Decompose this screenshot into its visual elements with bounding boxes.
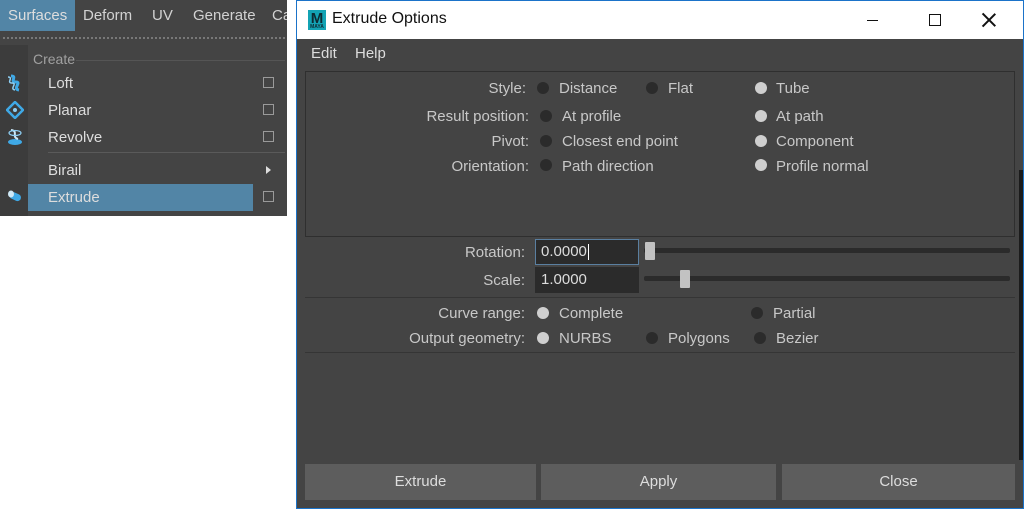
scale-label: Scale: [483, 272, 525, 289]
menu-edit[interactable]: Edit [311, 45, 337, 62]
menu-uv[interactable]: UV [144, 0, 181, 31]
menu-ca[interactable]: Ca [264, 0, 287, 31]
pivot-closest-end-label: Closest end point [562, 133, 678, 150]
orientation-profile-normal-radio[interactable] [755, 159, 767, 171]
planar-icon [6, 101, 24, 119]
style-tube-label: Tube [776, 80, 810, 97]
close-button[interactable]: Close [782, 464, 1015, 500]
loft-icon [7, 74, 20, 92]
pivot-component-label: Component [776, 133, 854, 150]
close-icon [982, 13, 996, 27]
curve-range-complete-radio[interactable] [537, 307, 549, 319]
output-nurbs-label: NURBS [559, 330, 612, 347]
scale-input[interactable]: 1.0000 [535, 267, 639, 293]
menu-item-label: Birail [48, 162, 82, 179]
menu-item-label: Revolve [48, 129, 103, 146]
output-nurbs-radio[interactable] [537, 332, 549, 344]
menu-item-planar[interactable]: Planar [28, 97, 253, 124]
rotation-slider[interactable] [644, 248, 1010, 253]
background-window-edge [1019, 170, 1023, 460]
section-label-create: Create [33, 51, 76, 67]
close-window-button[interactable] [966, 1, 1012, 39]
rotation-slider-handle[interactable] [645, 242, 655, 260]
menu-item-revolve[interactable]: Revolve [28, 124, 253, 151]
title-bar[interactable]: M MAYA Extrude Options [297, 1, 1023, 39]
window-title: Extrude Options [332, 10, 447, 27]
main-menubar: Surfaces Deform UV Generate Ca [0, 0, 287, 31]
pivot-closest-end-radio[interactable] [540, 135, 552, 147]
output-geometry-label: Output geometry: [409, 330, 525, 347]
scale-slider[interactable] [644, 276, 1010, 281]
rotation-input[interactable]: 0.0000 [535, 239, 639, 265]
curve-range-label: Curve range: [438, 305, 525, 322]
tear-off-handle[interactable] [2, 36, 285, 40]
curve-range-partial-label: Partial [773, 305, 816, 322]
curve-range-partial-radio[interactable] [751, 307, 763, 319]
planar-option-box[interactable] [263, 104, 274, 115]
style-flat-radio[interactable] [646, 82, 658, 94]
text-caret [587, 244, 589, 261]
output-bezier-label: Bezier [776, 330, 819, 347]
menu-deform[interactable]: Deform [75, 0, 140, 31]
submenu-arrow-icon [266, 166, 271, 174]
menu-help[interactable]: Help [355, 45, 386, 62]
menu-item-label: Extrude [48, 189, 100, 206]
menu-item-extrude[interactable]: Extrude [28, 184, 253, 211]
menu-item-label: Planar [48, 102, 92, 119]
maximize-button[interactable] [913, 1, 959, 39]
extrude-button[interactable]: Extrude [305, 464, 536, 500]
logo-subtext: MAYA [310, 24, 324, 30]
extrude-option-box[interactable] [263, 191, 274, 202]
orientation-label: Orientation: [451, 158, 529, 175]
dialog-menubar: Edit Help [297, 39, 1023, 69]
result-at-path-label: At path [776, 108, 824, 125]
revolve-icon [8, 129, 22, 145]
orientation-path-direction-label: Path direction [562, 158, 654, 175]
result-position-label: Result position: [426, 108, 529, 125]
extrude-icon [8, 190, 21, 202]
section-divider [76, 60, 285, 61]
pivot-label: Pivot: [491, 133, 529, 150]
section-separator [305, 352, 1015, 353]
result-at-path-radio[interactable] [755, 110, 767, 122]
menu-item-loft[interactable]: Loft [28, 70, 253, 97]
scale-slider-handle[interactable] [680, 270, 690, 288]
style-distance-label: Distance [559, 80, 618, 97]
rotation-value: 0.0000 [541, 243, 587, 260]
menu-item-birail[interactable]: Birail [28, 157, 253, 184]
output-polygons-radio[interactable] [646, 332, 658, 344]
result-at-profile-label: At profile [562, 108, 622, 125]
menu-item-label: Loft [48, 75, 74, 92]
section-separator [305, 297, 1015, 298]
loft-option-box[interactable] [263, 77, 274, 88]
maya-logo-icon: M MAYA [308, 10, 326, 30]
extrude-options-window: M MAYA Extrude Options Edit Help Style: … [296, 0, 1024, 509]
menu-surfaces[interactable]: Surfaces [0, 0, 76, 31]
rotation-label: Rotation: [464, 244, 525, 261]
output-polygons-label: Polygons [668, 330, 730, 347]
orientation-path-direction-radio[interactable] [540, 159, 552, 171]
style-distance-radio[interactable] [537, 82, 549, 94]
style-label: Style: [488, 80, 526, 97]
style-tube-radio[interactable] [755, 82, 767, 94]
orientation-profile-normal-label: Profile normal [776, 158, 869, 175]
dialog-button-bar: Extrude Apply Close [305, 464, 1017, 500]
style-flat-label: Flat [668, 80, 694, 97]
revolve-option-box[interactable] [263, 131, 274, 142]
curve-range-complete-label: Complete [559, 305, 624, 322]
result-at-profile-radio[interactable] [540, 110, 552, 122]
minimize-button[interactable] [851, 1, 897, 39]
output-bezier-radio[interactable] [754, 332, 766, 344]
menu-generate[interactable]: Generate [185, 0, 264, 31]
pivot-component-radio[interactable] [755, 135, 767, 147]
apply-button[interactable]: Apply [541, 464, 776, 500]
menu-divider [48, 152, 285, 153]
